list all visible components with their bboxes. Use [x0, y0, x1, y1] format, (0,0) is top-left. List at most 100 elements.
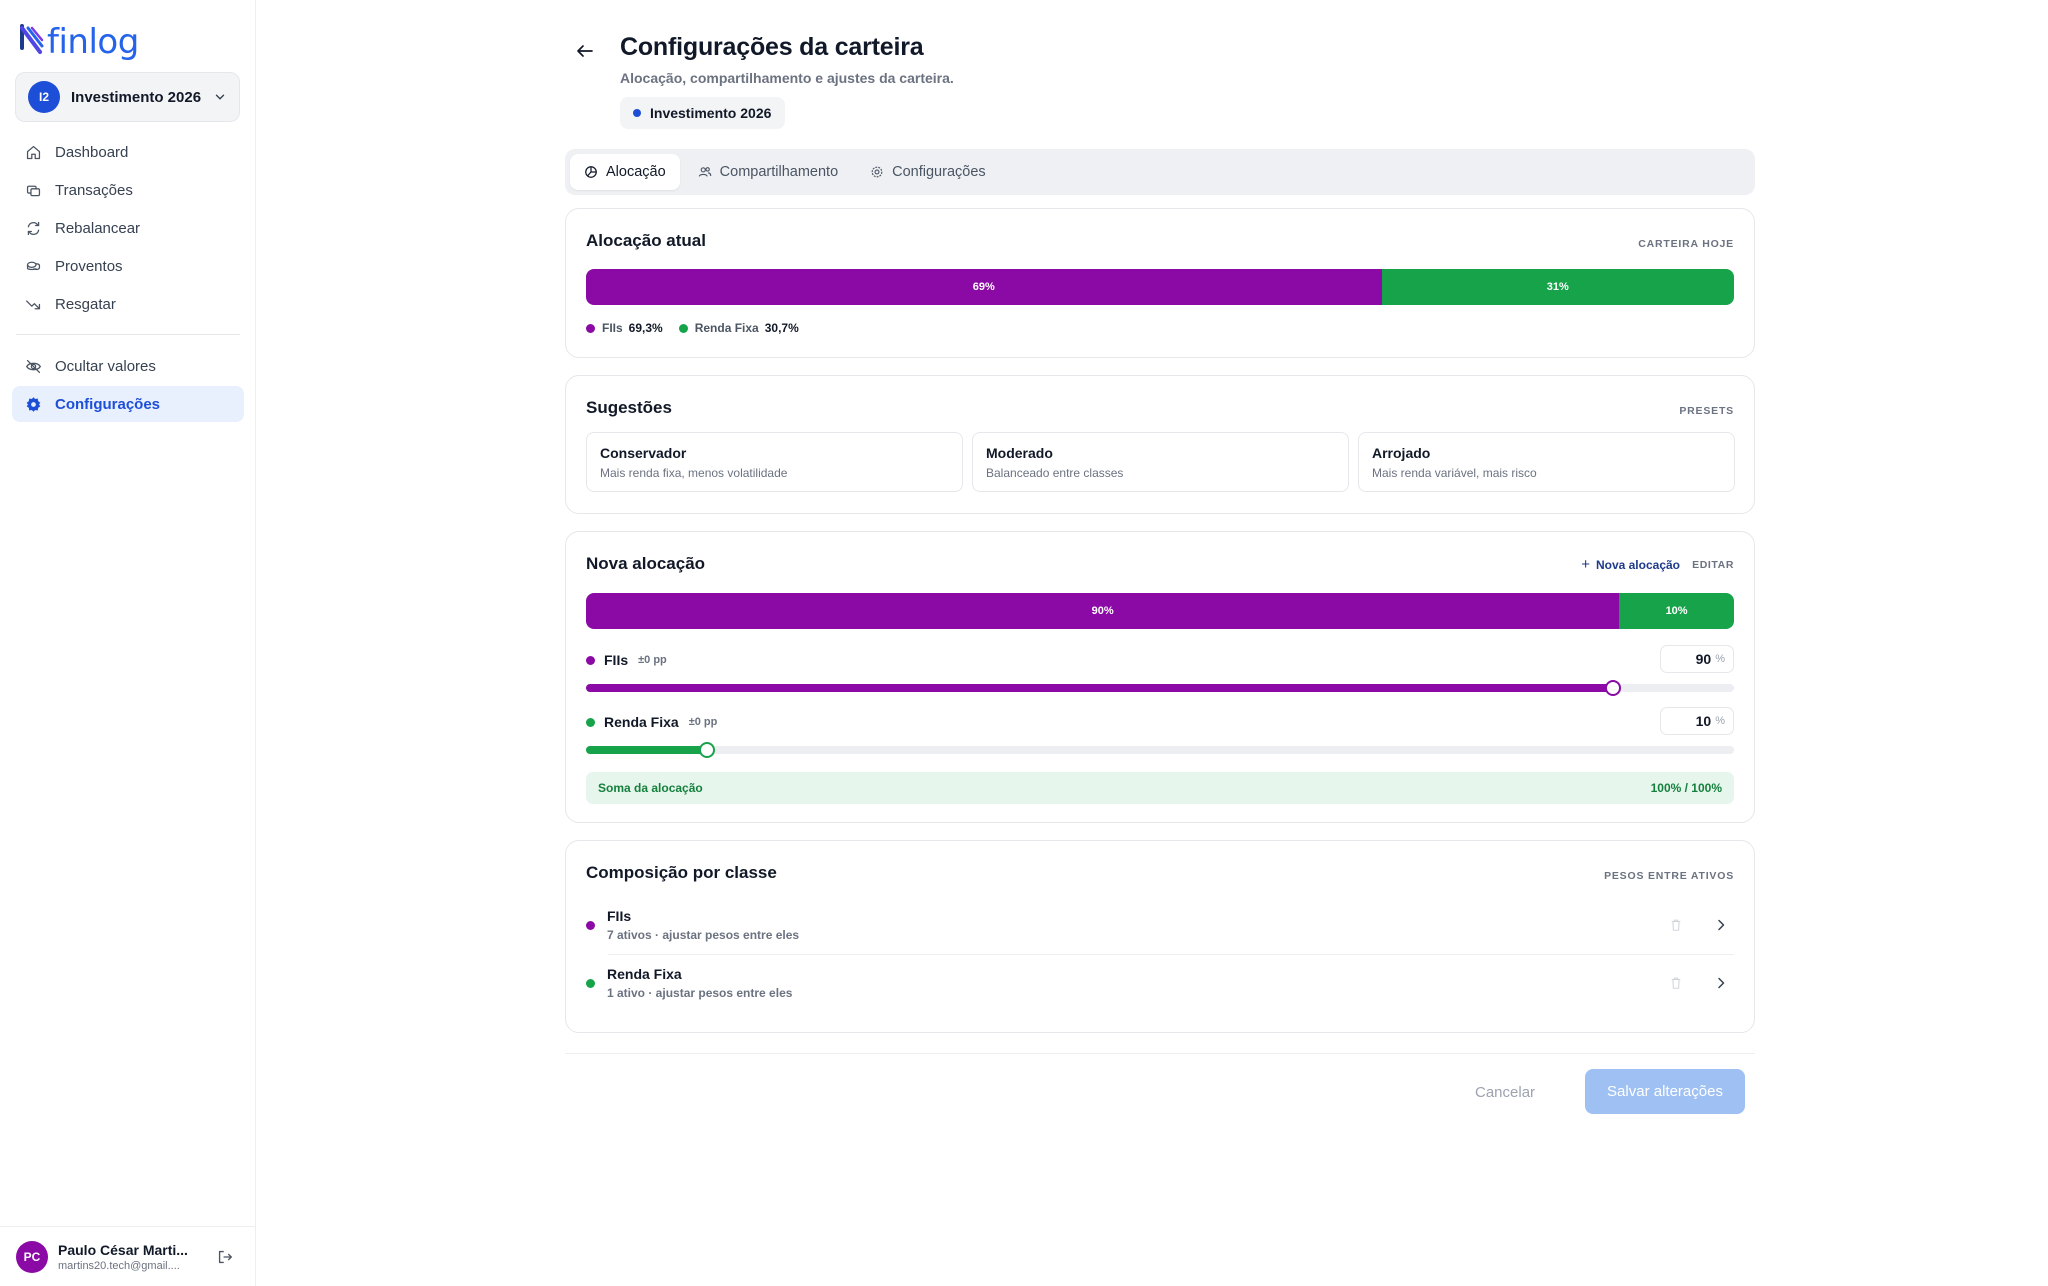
wallet-chip: Investimento 2026	[620, 97, 786, 129]
gear-icon	[871, 166, 883, 178]
pie-chart-icon	[585, 166, 597, 178]
slider-thumb[interactable]	[698, 742, 715, 758]
wallet-switcher-name: Investimento 2026	[71, 88, 202, 106]
renda-fixa-dot-icon	[586, 978, 595, 988]
fiis-slider[interactable]	[586, 680, 1734, 696]
percent-value: 90	[1695, 651, 1712, 667]
tab-settings[interactable]: Configurações	[856, 154, 1000, 190]
tab-label: Alocação	[606, 164, 666, 180]
sum-label: Soma da alocação	[598, 781, 703, 795]
sidebar-item-transactions[interactable]: Transações	[12, 172, 244, 208]
percent-value: 10	[1695, 713, 1712, 729]
class-name: FIIs	[604, 652, 629, 668]
finlog-logo-mark	[20, 24, 44, 54]
sidebar-item-dashboard[interactable]: Dashboard	[12, 134, 244, 170]
sidebar-item-label: Ocultar valores	[55, 357, 156, 375]
gear-icon	[26, 396, 41, 412]
allocation-segment-fiis: 69%	[586, 269, 1382, 305]
preset-aggressive[interactable]: Arrojado Mais renda variável, mais risco	[1358, 432, 1735, 492]
trash-icon[interactable]	[1669, 976, 1683, 990]
users-icon	[698, 167, 711, 177]
renda-fixa-slider[interactable]	[586, 742, 1734, 758]
renda-fixa-dot-icon	[678, 323, 688, 333]
sidebar: finlog I2 Investimento 2026 Dashboard Tr…	[0, 0, 256, 1286]
current-allocation-bar: 69% 31%	[586, 269, 1734, 305]
wallet-dot-icon	[633, 109, 641, 117]
allocation-segment-renda-fixa: 31%	[1381, 269, 1734, 305]
tab-allocation[interactable]: Alocação	[570, 154, 680, 190]
composition-text: FIIs 7 ativos · ajustar pesos entre eles	[607, 908, 1669, 942]
card-title: Sugestões	[586, 398, 672, 417]
preset-conservative[interactable]: Conservador Mais renda fixa, menos volat…	[586, 432, 963, 492]
class-name: Renda Fixa	[604, 714, 679, 730]
legend-name: Renda Fixa	[694, 321, 759, 335]
suggestions-card: Sugestões PRESETS Conservador Mais renda…	[565, 375, 1755, 514]
renda-fixa-percent-input[interactable]: 10 %	[1660, 707, 1734, 735]
composition-name: FIIs	[607, 908, 632, 924]
wallet-avatar: I2	[28, 81, 60, 113]
allocation-class-fiis: FIIs ±0 pp 90 %	[586, 645, 1734, 675]
percent-unit: %	[1715, 715, 1725, 727]
cancel-button[interactable]: Cancelar	[1475, 1070, 1535, 1114]
sidebar-item-dividends[interactable]: Proventos	[12, 248, 244, 284]
finlog-logo[interactable]: finlog	[20, 22, 139, 62]
plus-icon: +	[1581, 556, 1590, 573]
chevron-right-icon[interactable]	[1713, 917, 1729, 933]
user-profile: PC Paulo César Marti... martins20.tech@g…	[0, 1226, 256, 1286]
logo-wordmark: finlog	[47, 22, 139, 62]
percent-unit: %	[1715, 653, 1725, 665]
card-title: Nova alocação	[586, 554, 706, 573]
composition-subtitle: 7 ativos · ajustar pesos entre eles	[607, 928, 800, 942]
preset-description: Mais renda fixa, menos volatilidade	[600, 466, 788, 480]
allocation-legend: FIIs 69,3% Renda Fixa 30,7%	[586, 321, 815, 335]
preset-moderate[interactable]: Moderado Balanceado entre classes	[972, 432, 1349, 492]
legend-name: FIIs	[602, 321, 623, 335]
sidebar-item-settings[interactable]: Configurações	[12, 386, 244, 422]
allocation-segment-renda-fixa: 10%	[1619, 593, 1734, 629]
preset-description: Mais renda variável, mais risco	[1372, 466, 1537, 480]
wallet-switcher[interactable]: I2 Investimento 2026	[15, 72, 240, 122]
composition-row-renda-fixa[interactable]: Renda Fixa 1 ativo · ajustar pesos entre…	[586, 955, 1734, 1011]
legend-item-fiis: FIIs 69,3%	[586, 321, 663, 335]
allocation-segment-fiis: 90%	[586, 593, 1620, 629]
composition-card: Composição por classe PESOS ENTRE ATIVOS…	[565, 840, 1755, 1033]
class-delta: ±0 pp	[638, 654, 667, 666]
trash-icon[interactable]	[1669, 918, 1683, 932]
avatar[interactable]: PC	[16, 1240, 48, 1273]
fiis-percent-input[interactable]: 90 %	[1660, 645, 1734, 673]
chevron-right-icon[interactable]	[1713, 975, 1729, 991]
eye-off-icon	[25, 359, 42, 373]
preset-name: Arrojado	[1372, 445, 1431, 461]
new-allocation-bar: 90% 10%	[586, 593, 1734, 629]
back-arrow-icon[interactable]	[574, 40, 596, 62]
renda-fixa-dot-icon	[586, 717, 595, 727]
preset-description: Balanceado entre classes	[986, 466, 1124, 480]
user-name: Paulo César Marti...	[58, 1241, 188, 1258]
logout-icon[interactable]	[216, 1248, 234, 1266]
card-tag: PRESETS	[1679, 405, 1734, 417]
save-button[interactable]: Salvar alterações	[1585, 1069, 1745, 1114]
composition-row-fiis[interactable]: FIIs 7 ativos · ajustar pesos entre eles	[586, 897, 1734, 953]
sidebar-item-withdraw[interactable]: Resgatar	[12, 286, 244, 322]
card-tag: PESOS ENTRE ATIVOS	[1604, 870, 1734, 882]
card-tag: CARTEIRA HOJE	[1638, 238, 1734, 250]
footer-divider	[565, 1053, 1755, 1054]
home-icon	[26, 145, 41, 159]
composition-name: Renda Fixa	[607, 966, 682, 982]
card-title: Composição por classe	[586, 863, 777, 882]
slider-fill	[586, 684, 1614, 692]
coins-icon	[26, 261, 41, 270]
sidebar-item-hide-values[interactable]: Ocultar valores	[12, 348, 244, 384]
chevron-down-icon	[215, 94, 225, 100]
sidebar-item-rebalance[interactable]: Rebalancear	[12, 210, 244, 246]
sidebar-item-label: Rebalancear	[55, 219, 141, 237]
tab-sharing[interactable]: Compartilhamento	[684, 154, 852, 190]
allocation-class-renda-fixa: Renda Fixa ±0 pp 10 %	[586, 707, 1734, 737]
add-allocation-button[interactable]: + Nova alocação	[1581, 556, 1680, 573]
slider-thumb[interactable]	[1605, 680, 1622, 696]
composition-text: Renda Fixa 1 ativo · ajustar pesos entre…	[607, 966, 1669, 1000]
fiis-dot-icon	[586, 655, 595, 665]
edit-button[interactable]: EDITAR	[1692, 559, 1734, 571]
preset-name: Moderado	[986, 445, 1053, 461]
tab-label: Compartilhamento	[719, 164, 839, 180]
